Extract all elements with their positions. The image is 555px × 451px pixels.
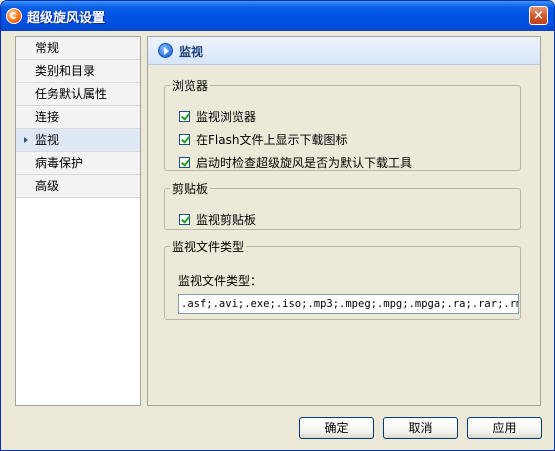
filetypes-input[interactable]: .asf;.avi;.exe;.iso;.mp3;.mpeg;.mpg;.mpg…: [178, 294, 519, 314]
window-title: 超级旋风设置: [27, 11, 106, 26]
monitor-clipboard-checkbox[interactable]: [179, 214, 190, 225]
selected-arrow-icon: [24, 137, 28, 143]
checkbox-label: 启动时检查超级旋风是否为默认下载工具: [196, 156, 413, 170]
settings-nav: 常规 类别和目录 任务默认属性 连接 监视 病毒保护 高级: [15, 36, 141, 406]
default-downloader-check-checkbox[interactable]: [179, 157, 190, 168]
sidebar-item-connection[interactable]: 连接: [16, 106, 140, 129]
clipboard-group: 剪贴板 监视剪贴板: [164, 180, 521, 230]
title-bar[interactable]: 超级旋风设置 ×: [1, 1, 554, 31]
filetypes-field-label: 监视文件类型：: [178, 274, 263, 288]
browser-group-legend: 浏览器: [172, 79, 209, 93]
sidebar-item-label: 监视: [35, 133, 60, 147]
checkbox-label: 监视浏览器: [196, 110, 257, 124]
browser-group: 浏览器 监视浏览器 在Flash文件上显示下载图标 启动时检查超级旋风是否为默认…: [164, 77, 521, 171]
filetypes-group-legend: 监视文件类型: [172, 240, 245, 254]
flash-download-icon-checkbox[interactable]: [179, 134, 190, 145]
play-arrow-icon: [158, 43, 173, 58]
sidebar-item-label: 常规: [35, 41, 60, 55]
app-logo-icon: [6, 8, 22, 24]
apply-button[interactable]: 应用: [467, 417, 542, 439]
sidebar-item-advanced[interactable]: 高级: [16, 175, 140, 198]
sidebar-item-label: 高级: [35, 179, 60, 193]
cancel-button[interactable]: 取消: [383, 417, 458, 439]
sidebar-item-monitor[interactable]: 监视: [16, 129, 140, 152]
sidebar-item-label: 病毒保护: [35, 156, 84, 170]
sidebar-item-antivirus[interactable]: 病毒保护: [16, 152, 140, 175]
sidebar-item-general[interactable]: 常规: [16, 37, 140, 60]
close-button[interactable]: ×: [529, 6, 548, 25]
monitor-browser-checkbox[interactable]: [179, 111, 190, 122]
sidebar-item-label: 连接: [35, 110, 60, 124]
filetypes-group: 监视文件类型 监视文件类型： .asf;.avi;.exe;.iso;.mp3;…: [164, 238, 521, 320]
settings-window: 超级旋风设置 × 常规 类别和目录 任务默认属性 连接 监视 病毒保护 高级 监…: [0, 0, 555, 451]
checkbox-label: 在Flash文件上显示下载图标: [196, 133, 348, 147]
panel-title: 监视: [179, 45, 204, 59]
settings-panel: 监视 浏览器 监视浏览器 在Flash文件上显示下载图标 启动时检查超级旋风是否…: [147, 36, 541, 406]
sidebar-item-task-defaults[interactable]: 任务默认属性: [16, 83, 140, 106]
sidebar-item-label: 类别和目录: [35, 64, 96, 78]
clipboard-group-legend: 剪贴板: [172, 182, 209, 196]
panel-header: 监视: [148, 37, 540, 65]
sidebar-item-categories[interactable]: 类别和目录: [16, 60, 140, 83]
checkbox-label: 监视剪贴板: [196, 213, 257, 227]
ok-button[interactable]: 确定: [299, 417, 374, 439]
sidebar-item-label: 任务默认属性: [35, 87, 108, 101]
